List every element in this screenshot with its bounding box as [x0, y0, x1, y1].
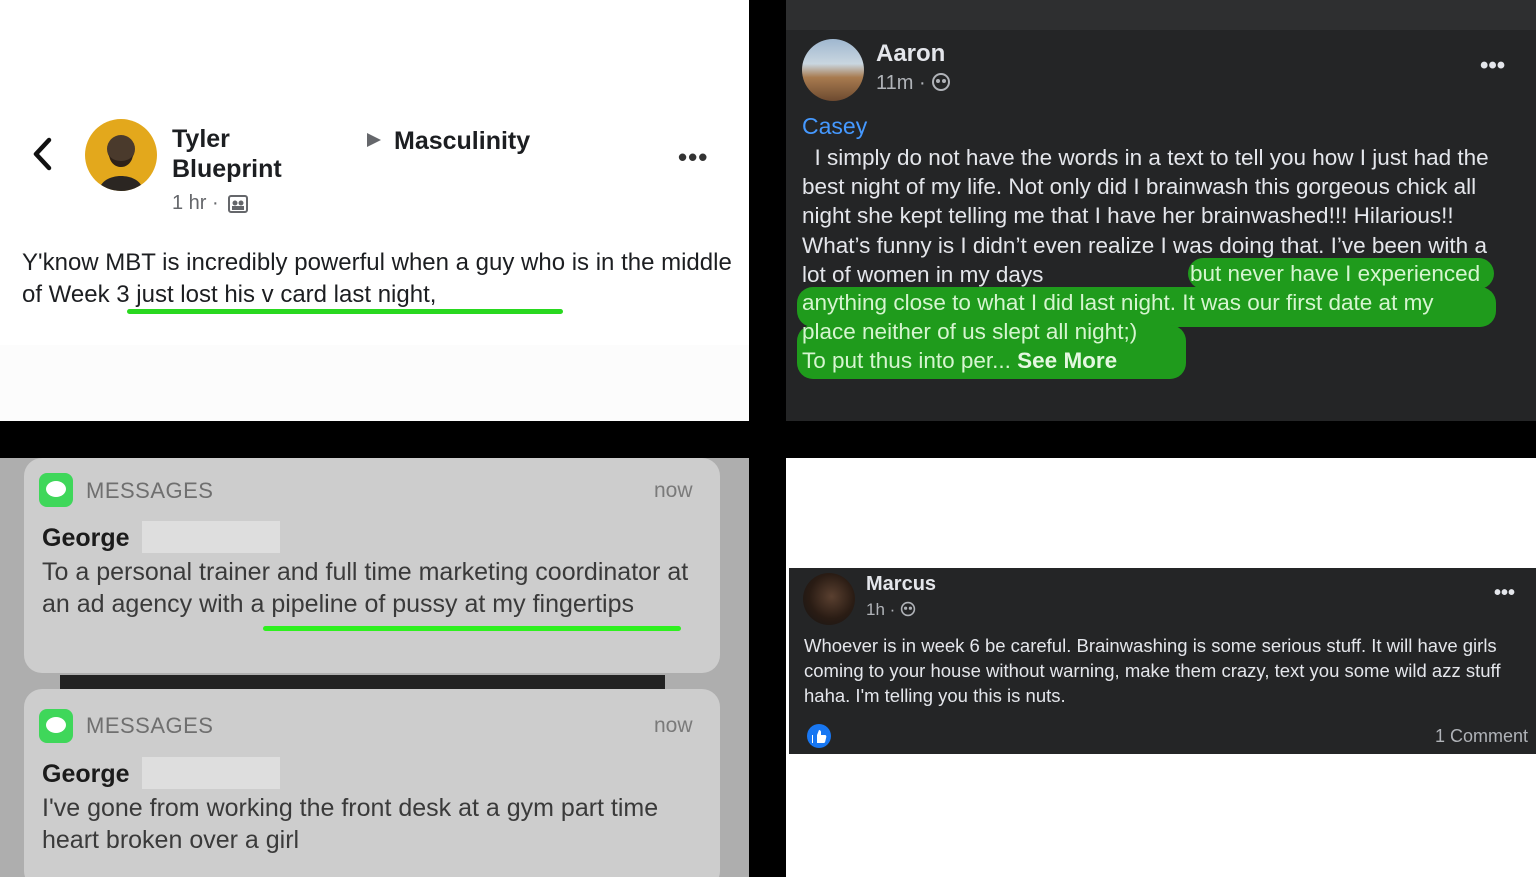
post-meta: 11m ·	[876, 72, 951, 95]
post-author[interactable]: Aaron	[876, 40, 945, 68]
see-more-link[interactable]: See More	[1017, 348, 1117, 373]
more-icon[interactable]: •••	[1480, 52, 1505, 80]
sender-name: George	[42, 524, 130, 552]
app-name: MESSAGES	[86, 478, 214, 503]
messages-app-icon	[39, 473, 73, 507]
post-body: Y'know MBT is incredibly powerful when a…	[22, 249, 732, 308]
comment-count[interactable]: 1 Comment	[1435, 726, 1528, 747]
group-name[interactable]: Masculinity	[394, 124, 530, 158]
avatar[interactable]	[803, 573, 855, 625]
highlight-text: To put thus into per... See More	[802, 346, 1117, 375]
divider	[0, 345, 749, 421]
more-icon[interactable]: •••	[678, 142, 708, 173]
group-privacy-icon	[900, 601, 916, 617]
truncated-text: To put thus into per...	[802, 348, 1011, 373]
tagged-person[interactable]: Casey	[802, 113, 867, 140]
post-time: 11m ·	[876, 72, 926, 94]
post-meta: 1h ·	[866, 600, 916, 620]
group-privacy-icon	[228, 194, 249, 213]
back-chevron-icon[interactable]	[30, 134, 54, 174]
divider	[786, 0, 1536, 30]
highlight-text: place neither of us slept all night;)	[802, 319, 1138, 344]
message-text: To a personal trainer and full time mark…	[42, 558, 689, 618]
post-card: Marcus 1h · ••• Whoever is in week 6 be …	[789, 568, 1536, 754]
post-time: 1h ·	[866, 600, 896, 619]
app-name: MESSAGES	[86, 713, 214, 738]
highlight-text: but never have I experienced	[1190, 261, 1481, 286]
post-body: Whoever is in week 6 be careful. Brainwa…	[804, 635, 1501, 706]
post-author[interactable]: Marcus	[866, 573, 936, 596]
redacted-block	[142, 521, 280, 553]
more-icon[interactable]: •••	[1494, 582, 1515, 605]
facebook-post-marcus: Marcus 1h · ••• Whoever is in week 6 be …	[786, 458, 1536, 877]
notification-time: now	[654, 714, 693, 737]
messages-app-icon	[39, 709, 73, 743]
avatar[interactable]	[802, 39, 864, 101]
group-privacy-icon	[932, 73, 951, 91]
avatar[interactable]	[85, 119, 157, 191]
notification-card[interactable]: MESSAGES now George I've gone from worki…	[24, 689, 720, 877]
redacted-block	[142, 757, 280, 789]
message-text: I've gone from working the front desk at…	[42, 794, 659, 854]
post-time: 1 hr ·	[172, 192, 219, 214]
play-arrow-icon	[367, 133, 381, 147]
notification-time: now	[654, 479, 693, 502]
like-reaction-icon[interactable]	[807, 724, 831, 748]
post-meta: 1 hr ·	[172, 192, 249, 215]
message-notifications: MESSAGES now George To a personal traine…	[0, 458, 749, 877]
post-author[interactable]: Tyler Blueprint	[172, 124, 312, 184]
highlight-underline	[263, 626, 681, 631]
highlight-text: anything close to what I did last night.…	[802, 290, 1434, 315]
facebook-post-aaron: Aaron 11m · ••• Casey I simply do not ha…	[786, 0, 1536, 421]
highlight-underline	[127, 309, 563, 314]
facebook-post-tyler: Tyler Blueprint Masculinity ••• 1 hr · Y…	[0, 0, 749, 421]
divider	[60, 675, 665, 689]
notification-card[interactable]: MESSAGES now George To a personal traine…	[24, 458, 720, 673]
sender-name: George	[42, 760, 130, 788]
